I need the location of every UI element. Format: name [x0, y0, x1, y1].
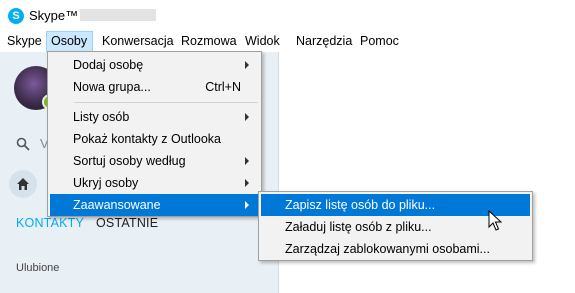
shortcut-label: Ctrl+N	[205, 80, 241, 94]
menu-item-people-lists[interactable]: Listy osób	[50, 106, 259, 128]
menu-widok[interactable]: Widok	[241, 31, 284, 52]
mouse-cursor-icon	[488, 210, 502, 231]
menu-skype[interactable]: Skype	[3, 31, 46, 52]
window-title: Skype™ -	[29, 8, 87, 23]
tab-ostatnie[interactable]: OSTATNIE	[96, 216, 158, 230]
menu-pomoc[interactable]: Pomoc	[356, 31, 403, 52]
menu-item-advanced[interactable]: Zaawansowane	[50, 194, 259, 216]
chevron-right-icon	[245, 157, 249, 165]
osoby-dropdown-menu: Dodaj osobę Nowa grupa... Ctrl+N Listy o…	[47, 51, 262, 217]
menu-konwersacja[interactable]: Konwersacja	[98, 31, 178, 52]
menu-rozmowa[interactable]: Rozmowa	[177, 31, 241, 52]
chevron-right-icon	[245, 113, 249, 121]
menu-item-sort-people[interactable]: Sortuj osoby według	[50, 150, 259, 172]
chevron-right-icon	[245, 201, 249, 209]
chevron-right-icon	[245, 179, 249, 187]
search-icon[interactable]	[16, 137, 30, 151]
menu-narzedzia[interactable]: Narzędzia	[292, 31, 356, 52]
title-bar: S Skype™ -	[0, 0, 575, 31]
home-button[interactable]	[9, 170, 37, 198]
menu-bar: Skype Osoby Konwersacja Rozmowa Widok Na…	[0, 31, 575, 52]
redacted-username	[80, 9, 156, 21]
section-label-favorites: Ulubione	[16, 262, 60, 274]
menu-osoby[interactable]: Osoby	[46, 31, 93, 52]
menu-item-new-group[interactable]: Nowa grupa... Ctrl+N	[50, 76, 259, 98]
menu-separator	[74, 102, 258, 103]
menu-item-manage-blocked-people[interactable]: Zarządzaj zablokowanymi osobami...	[261, 238, 530, 260]
home-icon	[17, 178, 29, 190]
menu-item-add-person[interactable]: Dodaj osobę	[50, 54, 259, 76]
skype-logo-icon: S	[8, 8, 24, 24]
menu-item-show-outlook-contacts[interactable]: Pokaż kontakty z Outlooka	[50, 128, 259, 150]
tab-kontakty[interactable]: KONTAKTY	[16, 216, 84, 230]
chevron-right-icon	[245, 61, 249, 69]
menu-item-hide-people[interactable]: Ukryj osoby	[50, 172, 259, 194]
